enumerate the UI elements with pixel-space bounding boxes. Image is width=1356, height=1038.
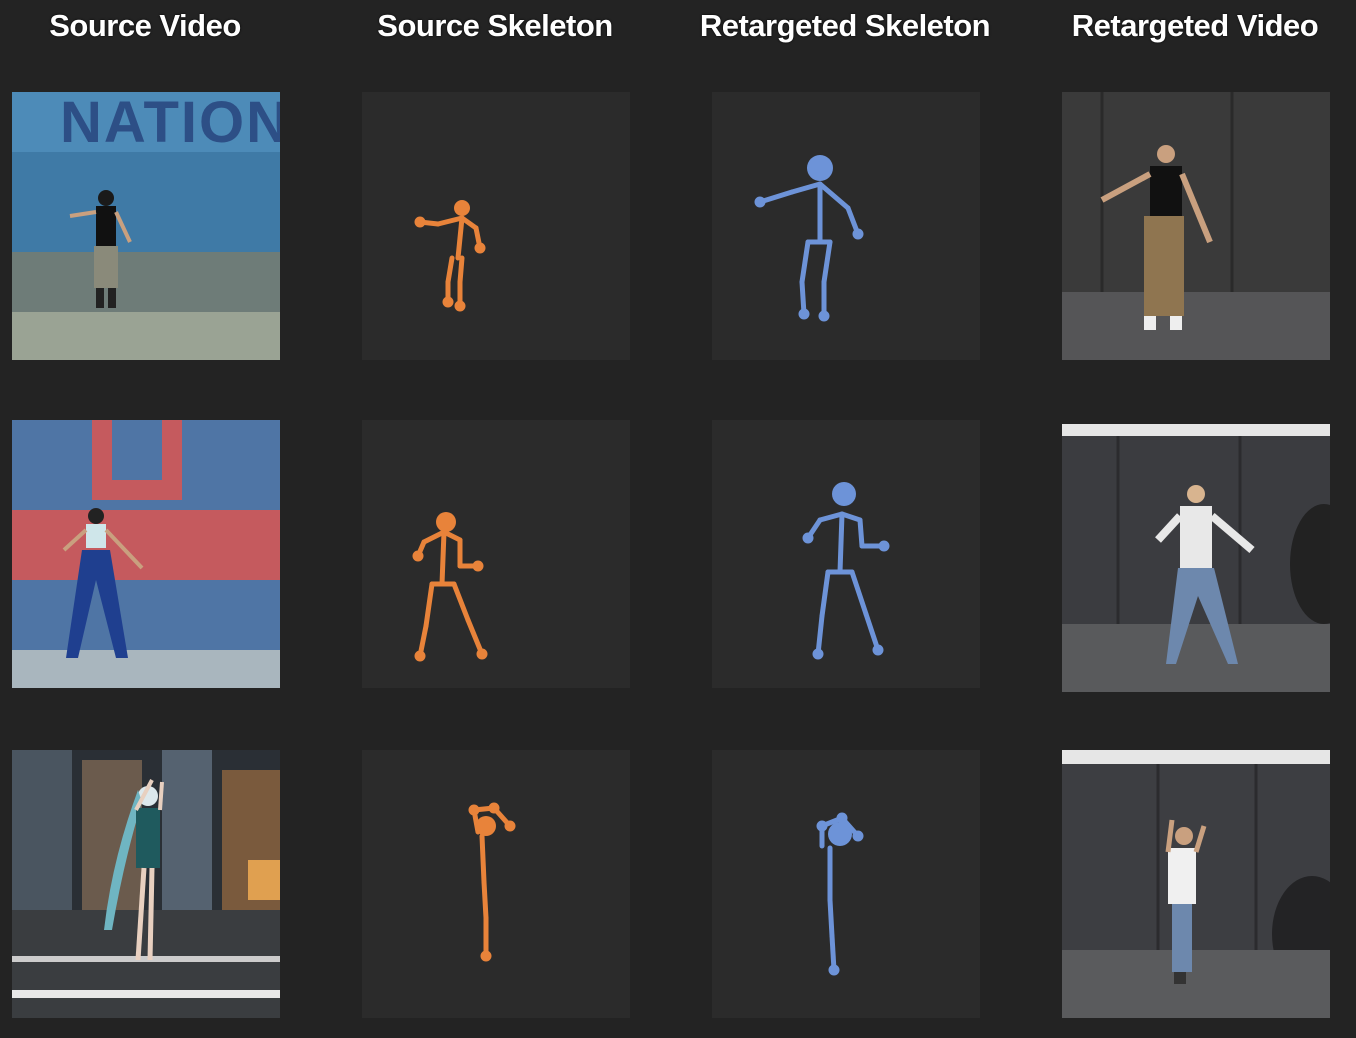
retargeted-video-frame-3 bbox=[1062, 750, 1330, 1018]
retargeted-skeleton-frame-1 bbox=[712, 92, 980, 360]
source-video-frame-3 bbox=[12, 750, 280, 1018]
retargeted-skeleton-figure bbox=[754, 155, 864, 322]
retargeted-skeleton-frame-3 bbox=[712, 750, 980, 1018]
retargeted-video-frame-1 bbox=[1062, 92, 1330, 360]
source-video-frame-2 bbox=[12, 420, 280, 688]
source-video-frame-1: NATIONA bbox=[12, 92, 280, 360]
source-skeleton-figure bbox=[412, 512, 488, 662]
header-source-skeleton: Source Skeleton bbox=[377, 8, 613, 43]
source-skeleton-figure bbox=[414, 200, 486, 312]
source-skeleton-frame-2 bbox=[362, 420, 630, 688]
retargeted-skeleton-frame-2 bbox=[712, 420, 980, 688]
retargeted-skeleton-figure bbox=[816, 812, 864, 976]
retargeted-skeleton-figure bbox=[802, 482, 890, 660]
source-skeleton-frame-3 bbox=[362, 750, 630, 1018]
header-source-video: Source Video bbox=[49, 8, 241, 43]
header-retargeted-skeleton: Retargeted Skeleton bbox=[699, 8, 991, 43]
source-banner-text: NATIONA bbox=[60, 92, 280, 155]
header-retargeted-video: Retargeted Video bbox=[1071, 8, 1319, 43]
retargeted-video-frame-2 bbox=[1062, 424, 1330, 692]
source-skeleton-frame-1 bbox=[362, 92, 630, 360]
source-skeleton-figure bbox=[468, 802, 516, 962]
